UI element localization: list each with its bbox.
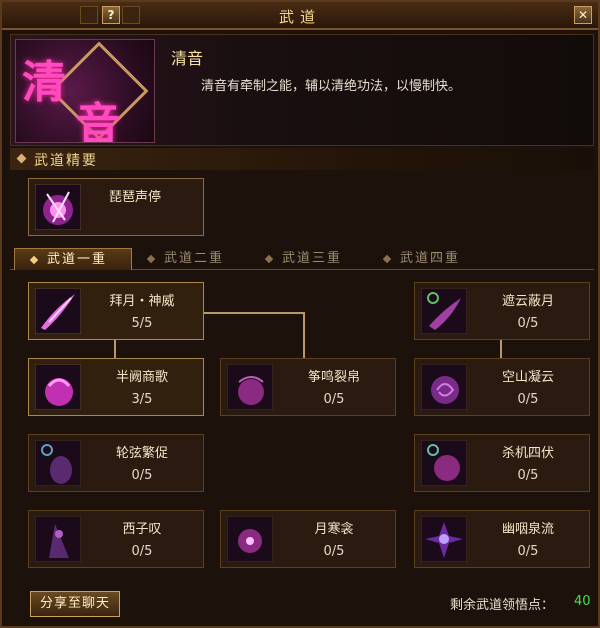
school-emblem: 清 音 [15,39,155,143]
diamond-bullet-icon [382,254,392,264]
spirit-burst-icon [421,516,467,562]
pipa-burst-icon [35,184,81,230]
share-to-chat-button[interactable]: 分享至聊天 [30,591,120,617]
skill-node[interactable]: 筝鸣裂帛 0/5 [220,358,396,416]
tab-tier-4[interactable]: 武道四重 [368,248,486,270]
moon-figure-icon [35,440,81,486]
essence-skill[interactable]: 琵琶声停 [28,178,204,236]
tab-tier-1[interactable]: 武道一重 [14,248,132,270]
skill-node[interactable]: 月寒衾 0/5 [220,510,396,568]
title-bar[interactable]: ? 武道 ✕ [2,2,598,30]
skill-level: 0/5 [323,544,345,559]
skill-connector [303,312,305,360]
diamond-bullet-icon [264,254,274,264]
remaining-points-value: 40 [574,594,591,609]
skill-node[interactable]: 空山凝云 0/5 [414,358,590,416]
skill-level: 0/5 [131,544,153,559]
skill-name: 空山凝云 [501,370,554,385]
wudao-window: ? 武道 ✕ 清 音 清音 清音有牵制之能，辅以清绝功法，以慢制快。 武道精要 … [0,0,600,628]
skill-name: 西子叹 [122,522,162,537]
tier-tabs: 武道一重 武道二重 武道三重 武道四重 [10,248,594,270]
cloud-moon-icon [421,288,467,334]
skill-level: 0/5 [323,392,345,407]
skill-name: 拜月・神威 [109,294,175,309]
skill-level: 0/5 [517,544,539,559]
skill-node[interactable]: 拜月・神威 5/5 [28,282,204,340]
diamond-bullet-icon [16,153,27,164]
zither-hand-icon [227,364,273,410]
skill-name: 半阙商歌 [115,370,168,385]
close-button[interactable]: ✕ [574,6,592,24]
remaining-points-label: 剩余武道领悟点： [450,598,555,613]
skill-connector [114,339,116,359]
skill-node[interactable]: 轮弦繁促 0/5 [28,434,204,492]
skill-level: 0/5 [517,316,539,331]
skill-level: 0/5 [517,392,539,407]
sparkle-orb-icon [227,516,273,562]
moon-orb-icon [421,440,467,486]
skill-name: 月寒衾 [314,522,354,537]
section-title: 武道精要 [34,153,98,169]
tab-label: 武道三重 [282,251,343,266]
skill-level: 0/5 [131,468,153,483]
school-name: 清音 [171,49,204,68]
skill-connector [500,339,502,359]
diamond-bullet-icon [146,254,156,264]
emblem-char: 音 [76,99,120,143]
veiled-figure-icon [35,516,81,562]
tab-label: 武道四重 [400,251,461,266]
school-description: 清音有牵制之能，辅以清绝功法，以慢制快。 [201,79,462,94]
skill-node[interactable]: 半阙商歌 3/5 [28,358,204,416]
skill-level: 5/5 [131,316,153,331]
skill-node[interactable]: 西子叹 0/5 [28,510,204,568]
skill-name: 遮云蔽月 [501,294,554,309]
diamond-bullet-icon [29,255,39,265]
swirl-hand-icon [421,364,467,410]
tab-label: 武道二重 [164,251,225,266]
skill-node[interactable]: 遮云蔽月 0/5 [414,282,590,340]
skill-node[interactable]: 杀机四伏 0/5 [414,434,590,492]
tab-label: 武道一重 [47,252,108,267]
crescent-slash-icon [35,288,81,334]
skill-level: 0/5 [517,468,539,483]
skill-name: 杀机四伏 [501,446,554,461]
school-header: 清 音 清音 清音有牵制之能，辅以清绝功法，以慢制快。 [10,34,594,146]
essence-skill-name: 琵琶声停 [109,190,162,205]
skill-name: 幽咽泉流 [501,522,554,537]
emblem-char: 清 [22,57,66,108]
skill-node[interactable]: 幽咽泉流 0/5 [414,510,590,568]
skill-level: 3/5 [131,392,153,407]
section-header: 武道精要 [10,148,594,170]
skill-name: 轮弦繁促 [115,446,168,461]
skill-name: 筝鸣裂帛 [307,370,360,385]
skill-connector [204,312,304,314]
magic-hand-icon [35,364,81,410]
tab-tier-2[interactable]: 武道二重 [132,248,250,270]
tab-tier-3[interactable]: 武道三重 [250,248,368,270]
window-title: 武道 [278,8,321,26]
